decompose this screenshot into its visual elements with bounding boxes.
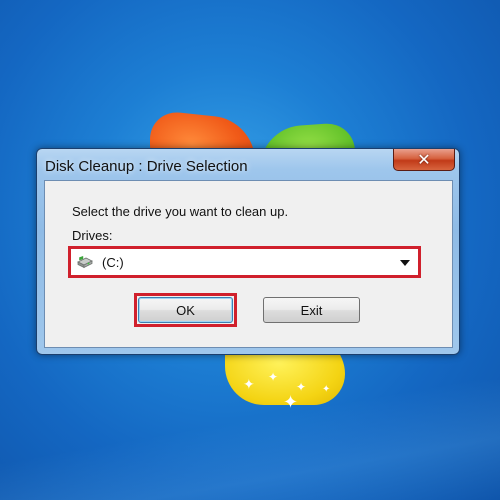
disk-cleanup-dialog: Disk Cleanup : Drive Selection ✕ Select …: [36, 148, 460, 355]
instruction-text: Select the drive you want to clean up.: [72, 204, 289, 219]
hard-drive-icon: [77, 255, 93, 269]
chevron-down-icon[interactable]: [400, 260, 410, 266]
ok-button[interactable]: OK: [138, 297, 233, 323]
close-button[interactable]: ✕: [393, 149, 455, 171]
window-title: Disk Cleanup : Drive Selection: [45, 158, 248, 175]
selected-drive-value: (C:): [102, 255, 124, 270]
drives-label: Drives:: [72, 228, 113, 243]
drive-dropdown[interactable]: (C:): [68, 246, 421, 278]
close-icon: ✕: [417, 150, 431, 169]
wallpaper-shine: [0, 380, 500, 500]
exit-button[interactable]: Exit: [263, 297, 360, 323]
dialog-client-area: Select the drive you want to clean up. D…: [44, 180, 453, 348]
